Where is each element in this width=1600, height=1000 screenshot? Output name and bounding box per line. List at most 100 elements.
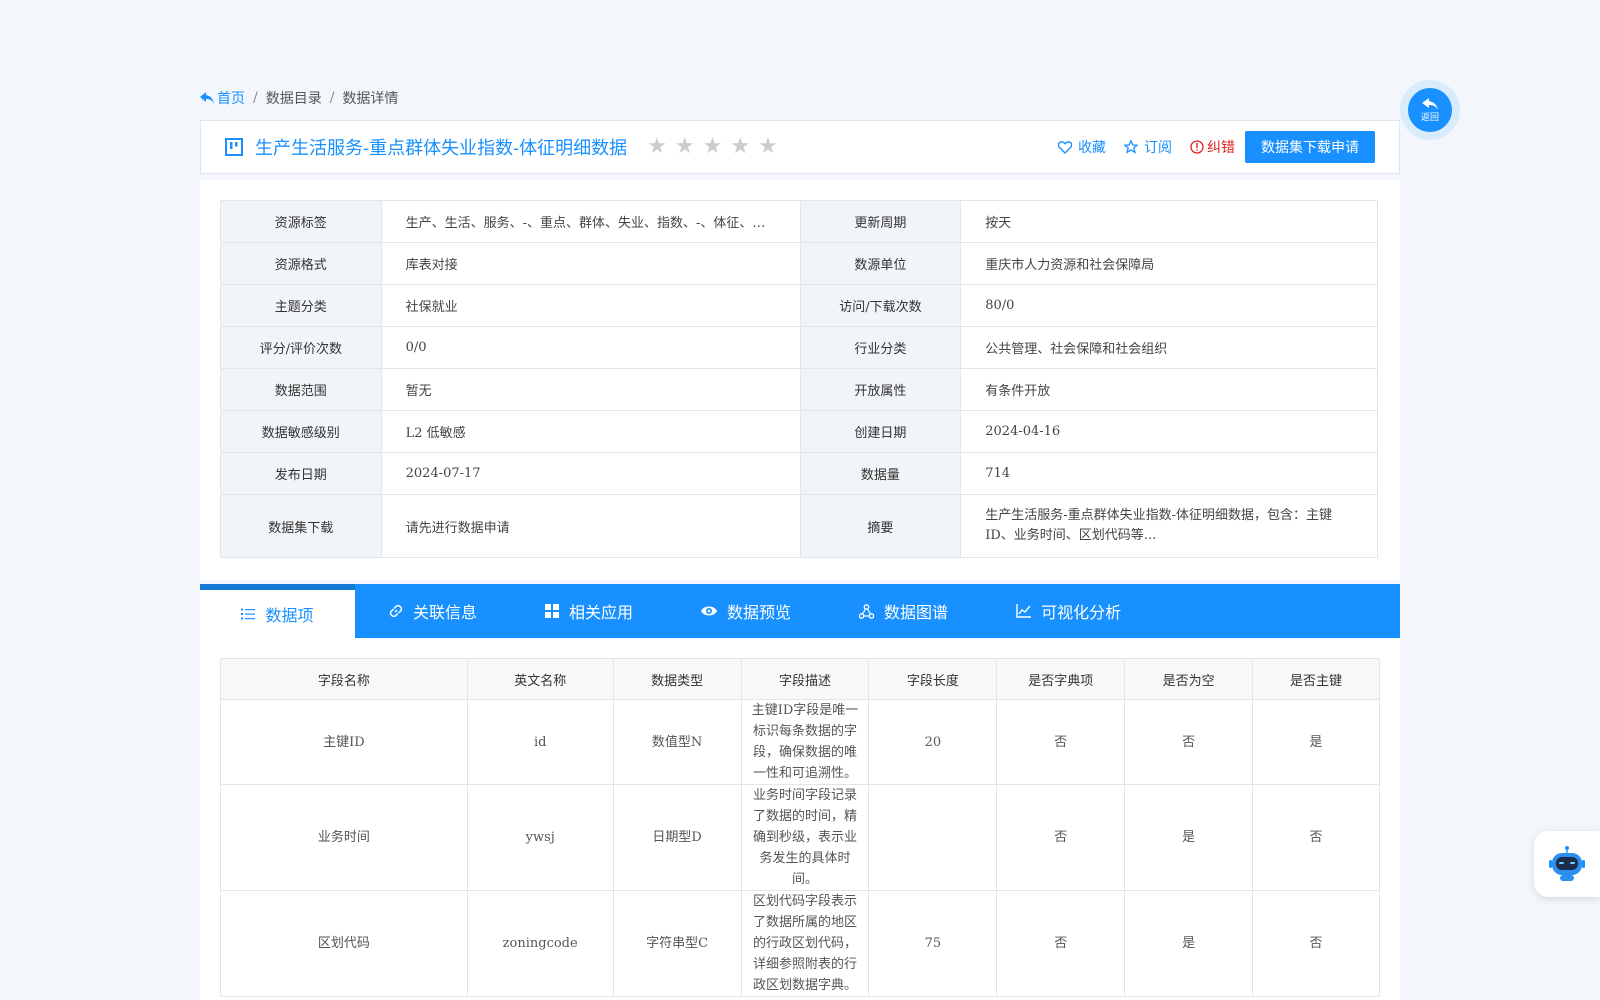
column-header: 字段长度 — [868, 658, 998, 700]
report-label: 纠错 — [1207, 140, 1235, 156]
field-english-name: ywsj — [466, 784, 614, 891]
field-is-dict: 否 — [996, 890, 1126, 997]
table-row: 业务时间 ywsj 日期型D 业务时间字段记录了数据的时间，精确到秒级，表示业务… — [220, 784, 1380, 891]
board-icon — [225, 138, 243, 156]
info-value: 80/0 — [960, 284, 1378, 327]
info-value: 714 — [960, 452, 1378, 495]
star-icon[interactable]: ★ — [703, 136, 723, 158]
info-value: 公共管理、社会保障和社会组织 — [960, 326, 1378, 369]
info-row: 资源格式 库表对接 数源单位 重庆市人力资源和社会保障局 — [220, 242, 1378, 285]
field-primary-key: 否 — [1252, 890, 1380, 997]
tab-visual-analysis[interactable]: 可视化分析 — [982, 584, 1155, 638]
info-key: 数源单位 — [799, 242, 962, 285]
breadcrumb-current: 数据详情 — [342, 91, 399, 107]
info-value: 暂无 — [380, 368, 801, 411]
summary-text: 生产生活服务-重点群体失业指数-体征明细数据，包含：主键ID、业务时间、区划代码… — [960, 494, 1378, 558]
fields-table: 字段名称 英文名称 数据类型 字段描述 字段长度 是否字典项 是否为空 是否主键… — [220, 658, 1380, 997]
info-key: 访问/下载次数 — [799, 284, 962, 327]
star-icon[interactable]: ★ — [730, 136, 750, 158]
breadcrumb-home-link[interactable]: 首页 — [200, 88, 245, 108]
report-error-button[interactable]: 纠错 — [1190, 137, 1235, 157]
info-key: 行业分类 — [799, 326, 962, 369]
info-key: 创建日期 — [799, 410, 962, 453]
info-key: 评分/评价次数 — [220, 326, 382, 369]
subscribe-button[interactable]: 订阅 — [1124, 137, 1172, 157]
rating-stars[interactable]: ★ ★ ★ ★ ★ — [647, 136, 778, 158]
download-hint[interactable]: 请先进行数据申请 — [380, 494, 801, 558]
column-header: 数据类型 — [612, 658, 742, 700]
column-header: 字段名称 — [220, 658, 468, 700]
breadcrumb-catalog-link[interactable]: 数据目录 — [266, 88, 322, 108]
field-primary-key: 是 — [1252, 699, 1380, 785]
field-name: 区划代码 — [220, 890, 468, 997]
info-value: 生产、生活、服务、-、重点、群体、失业、指数、-、体征、明细、数据 — [380, 200, 801, 243]
field-type: 日期型D — [612, 784, 742, 891]
field-type: 字符串型C — [612, 890, 742, 997]
field-nullable: 否 — [1124, 699, 1254, 785]
info-key: 主题分类 — [220, 284, 382, 327]
info-key: 开放属性 — [799, 368, 962, 411]
assistant-robot-button[interactable] — [1534, 831, 1600, 897]
fields-panel: 字段名称 英文名称 数据类型 字段描述 字段长度 是否字典项 是否为空 是否主键… — [200, 638, 1400, 1000]
field-description: 区划代码字段表示了数据所属的地区的行政区划代码，详细参照附表的行政区划数据字典。 — [740, 890, 870, 997]
tab-related-info[interactable]: 关联信息 — [355, 584, 511, 638]
field-nullable: 是 — [1124, 784, 1254, 891]
field-name: 主键ID — [220, 699, 468, 785]
title-actions: 收藏 订阅 纠错 数据集下载申请 — [1058, 131, 1375, 163]
detail-tabs: 数据项 关联信息 相关应用 数据预览 数据图谱 可视化分析 — [200, 584, 1400, 638]
page-title: 生产生活服务-重点群体失业指数-体征明细数据 — [255, 138, 628, 159]
field-type: 数值型N — [612, 699, 742, 785]
info-key: 数据量 — [799, 452, 962, 495]
info-value: 按天 — [960, 200, 1378, 243]
info-panel: 资源标签 生产、生活、服务、-、重点、群体、失业、指数、-、体征、明细、数据 更… — [200, 180, 1400, 580]
star-icon[interactable]: ★ — [647, 136, 667, 158]
download-apply-button[interactable]: 数据集下载申请 — [1245, 131, 1375, 163]
info-key: 资源格式 — [220, 242, 382, 285]
resource-tags: 生产、生活、服务、-、重点、群体、失业、指数、-、体征、明细、数据 — [405, 216, 776, 231]
info-value: 库表对接 — [380, 242, 801, 285]
reply-arrow-icon — [200, 92, 214, 104]
tab-data-items[interactable]: 数据项 — [200, 584, 355, 638]
field-is-dict: 否 — [996, 784, 1126, 891]
column-header: 是否主键 — [1252, 658, 1380, 700]
breadcrumb-home-label: 首页 — [217, 91, 245, 107]
eye-icon — [701, 606, 718, 616]
info-value: L2 低敏感 — [380, 410, 801, 453]
info-row: 发布日期 2024-07-17 数据量 714 — [220, 452, 1378, 495]
tab-label: 可视化分析 — [1041, 603, 1122, 622]
info-row: 数据敏感级别 L2 低敏感 创建日期 2024-04-16 — [220, 410, 1378, 453]
tab-label: 数据预览 — [727, 603, 792, 622]
star-icon[interactable]: ★ — [675, 136, 695, 158]
field-length: 75 — [868, 890, 998, 997]
breadcrumb: 首页 / 数据目录 / 数据详情 — [200, 88, 398, 108]
field-length — [868, 784, 998, 891]
field-name: 业务时间 — [220, 784, 468, 891]
back-button[interactable]: 返回 — [1400, 80, 1460, 140]
column-header: 字段描述 — [740, 658, 870, 700]
info-key: 更新周期 — [799, 200, 962, 243]
title-bar: 生产生活服务-重点群体失业指数-体征明细数据 ★ ★ ★ ★ ★ 收藏 订阅 纠… — [200, 120, 1400, 174]
tab-related-apps[interactable]: 相关应用 — [511, 584, 667, 638]
back-button-inner[interactable]: 返回 — [1408, 88, 1452, 132]
tab-data-preview[interactable]: 数据预览 — [667, 584, 825, 638]
favorite-button[interactable]: 收藏 — [1058, 137, 1106, 157]
column-header: 是否为空 — [1124, 658, 1254, 700]
column-header: 是否字典项 — [996, 658, 1126, 700]
heart-icon — [1058, 140, 1072, 154]
grid-icon — [545, 604, 560, 618]
info-key: 摘要 — [799, 494, 962, 558]
info-key: 发布日期 — [220, 452, 382, 495]
back-label: 返回 — [1420, 111, 1439, 122]
line-chart-icon — [1016, 604, 1032, 618]
info-row: 数据范围 暂无 开放属性 有条件开放 — [220, 368, 1378, 411]
star-icon[interactable]: ★ — [758, 136, 778, 158]
back-arrow-icon — [1422, 97, 1438, 110]
field-nullable: 是 — [1124, 890, 1254, 997]
tab-data-graph[interactable]: 数据图谱 — [825, 584, 982, 638]
table-row: 区划代码 zoningcode 字符串型C 区划代码字段表示了数据所属的地区的行… — [220, 890, 1380, 997]
info-key: 数据集下载 — [220, 494, 382, 558]
info-key: 资源标签 — [220, 200, 382, 243]
info-key: 数据范围 — [220, 368, 382, 411]
field-description: 业务时间字段记录了数据的时间，精确到秒级，表示业务发生的具体时间。 — [740, 784, 870, 891]
info-row: 数据集下载 请先进行数据申请 摘要 生产生活服务-重点群体失业指数-体征明细数据… — [220, 494, 1378, 558]
